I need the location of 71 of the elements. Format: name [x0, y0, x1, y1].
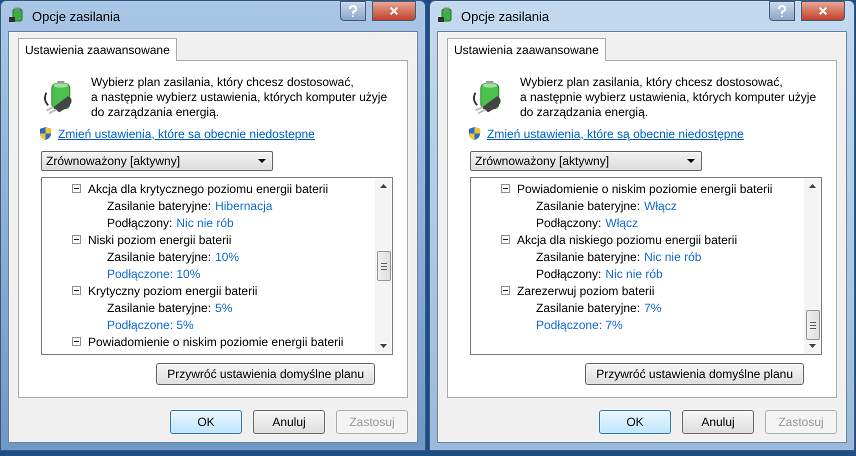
- close-icon: [818, 5, 828, 17]
- setting-name[interactable]: Niski poziom energii baterii: [88, 232, 232, 246]
- question-mark-icon: [348, 5, 358, 17]
- scrollbar-thumb[interactable]: [806, 310, 820, 340]
- setting-label: Zasilanie bateryjne:: [107, 250, 212, 264]
- setting-value[interactable]: Hibernacja: [215, 198, 272, 212]
- close-button[interactable]: [801, 1, 845, 21]
- change-settings-link[interactable]: Zmień ustawienia, które są obecnie niedostępne: [487, 126, 744, 140]
- collapse-toggle[interactable]: [72, 235, 81, 244]
- scroll-up-icon: [809, 184, 816, 188]
- setting-value[interactable]: Włącz: [644, 198, 677, 212]
- scroll-up-icon: [380, 184, 387, 188]
- instruction-text: Wybierz plan zasilania, który chcesz dostosować, a następnie wybierz ustawienia, których komputer użyje do zarządzania energią.: [520, 75, 816, 120]
- caret-icon: [258, 158, 266, 164]
- setting-value[interactable]: Podłączone: 5%: [107, 318, 194, 332]
- plan-dropdown[interactable]: Zrównoważony [aktywny]: [41, 151, 273, 171]
- shield-icon: [39, 126, 52, 141]
- setting-label: Zasilanie bateryjne:: [107, 198, 212, 212]
- setting-name[interactable]: Powiadomienie o niskim poziomie energii baterii: [88, 334, 344, 348]
- help-button[interactable]: [769, 1, 795, 21]
- window-title: Opcje zasilania: [32, 8, 122, 24]
- dialog-button[interactable]: OK: [170, 410, 242, 434]
- setting-name[interactable]: Akcja dla niskiego poziomu energii baterii: [517, 232, 738, 246]
- collapse-toggle[interactable]: [72, 184, 81, 193]
- question-mark-icon: [777, 5, 787, 17]
- setting-value[interactable]: 7%: [644, 300, 662, 314]
- tab[interactable]: Ustawienia zaawansowane: [447, 38, 606, 61]
- change-settings-link[interactable]: Zmień ustawienia, które sa obecnie niedostepne: [58, 126, 315, 140]
- help-button[interactable]: [340, 1, 366, 21]
- setting-value[interactable]: Nic nie rób: [605, 266, 663, 280]
- dialog-button[interactable]: Anuluj: [253, 410, 325, 434]
- setting-label: Zasilanie bateryjne:: [536, 198, 640, 212]
- setting-name[interactable]: Krytyczny poziom energii baterii: [88, 284, 258, 298]
- collapse-toggle[interactable]: [72, 286, 81, 295]
- setting-label: Podłączony:: [536, 266, 602, 280]
- collapse-toggle[interactable]: [501, 286, 510, 295]
- dialog-button[interactable]: Anuluj: [682, 410, 754, 434]
- setting-name[interactable]: Zarezerwuj poziom baterii: [517, 284, 654, 298]
- close-icon: [389, 5, 399, 17]
- setting-label: Zasilanie bateryjne:: [536, 250, 640, 264]
- setting-value[interactable]: Podłączone: 10%: [107, 266, 200, 280]
- collapse-toggle[interactable]: [501, 235, 510, 244]
- scrollbar-thumb[interactable]: [376, 251, 390, 281]
- setting-name[interactable]: Powiadomienie o niskim poziomie energii baterii: [517, 182, 772, 196]
- setting-value[interactable]: 10%: [215, 250, 240, 264]
- scroll-down-icon: [809, 344, 816, 348]
- caret-icon: [687, 158, 695, 164]
- setting-value[interactable]: Nic nie rób: [644, 250, 702, 264]
- scrollbar[interactable]: [804, 178, 821, 354]
- setting-label: Podłączony:: [536, 216, 602, 230]
- restore-defaults-button[interactable]: Przywróć ustawienia domyślne planu: [585, 363, 804, 385]
- close-button[interactable]: [372, 1, 416, 21]
- collapse-toggle[interactable]: [72, 337, 81, 346]
- setting-label: Zasilanie bateryjne:: [536, 300, 640, 314]
- setting-value[interactable]: 5%: [215, 300, 232, 314]
- instruction-text: Wybierz plan zasilania, który chcesz dostosować, a następnie wybierz ustawienia, których komputer użyje do zarządzania energią.: [91, 75, 388, 120]
- plan-dropdown[interactable]: Zrównoważony [aktywny]: [470, 151, 702, 171]
- window-title: Opcje zasilania: [461, 8, 550, 24]
- scroll-down-icon: [380, 344, 387, 348]
- restore-defaults-button[interactable]: Przywróć ustawienia domyślne planu: [156, 363, 375, 385]
- tab[interactable]: Ustawienia zaawansowane: [18, 38, 177, 61]
- scrollbar[interactable]: [375, 178, 392, 354]
- shield-icon: [468, 126, 481, 141]
- dialog-button[interactable]: OK: [599, 410, 671, 434]
- setting-label: Zasilanie bateryjne:: [107, 300, 212, 314]
- setting-value[interactable]: Włącz: [605, 216, 638, 230]
- setting-value[interactable]: Podłączone: 7%: [536, 318, 623, 332]
- setting-name[interactable]: Akcja dla krytycznego poziomu energii baterii: [88, 182, 328, 196]
- setting-value[interactable]: Nic nie rób: [176, 216, 234, 230]
- setting-label: Podłączony:: [107, 216, 172, 230]
- collapse-toggle[interactable]: [501, 184, 510, 193]
